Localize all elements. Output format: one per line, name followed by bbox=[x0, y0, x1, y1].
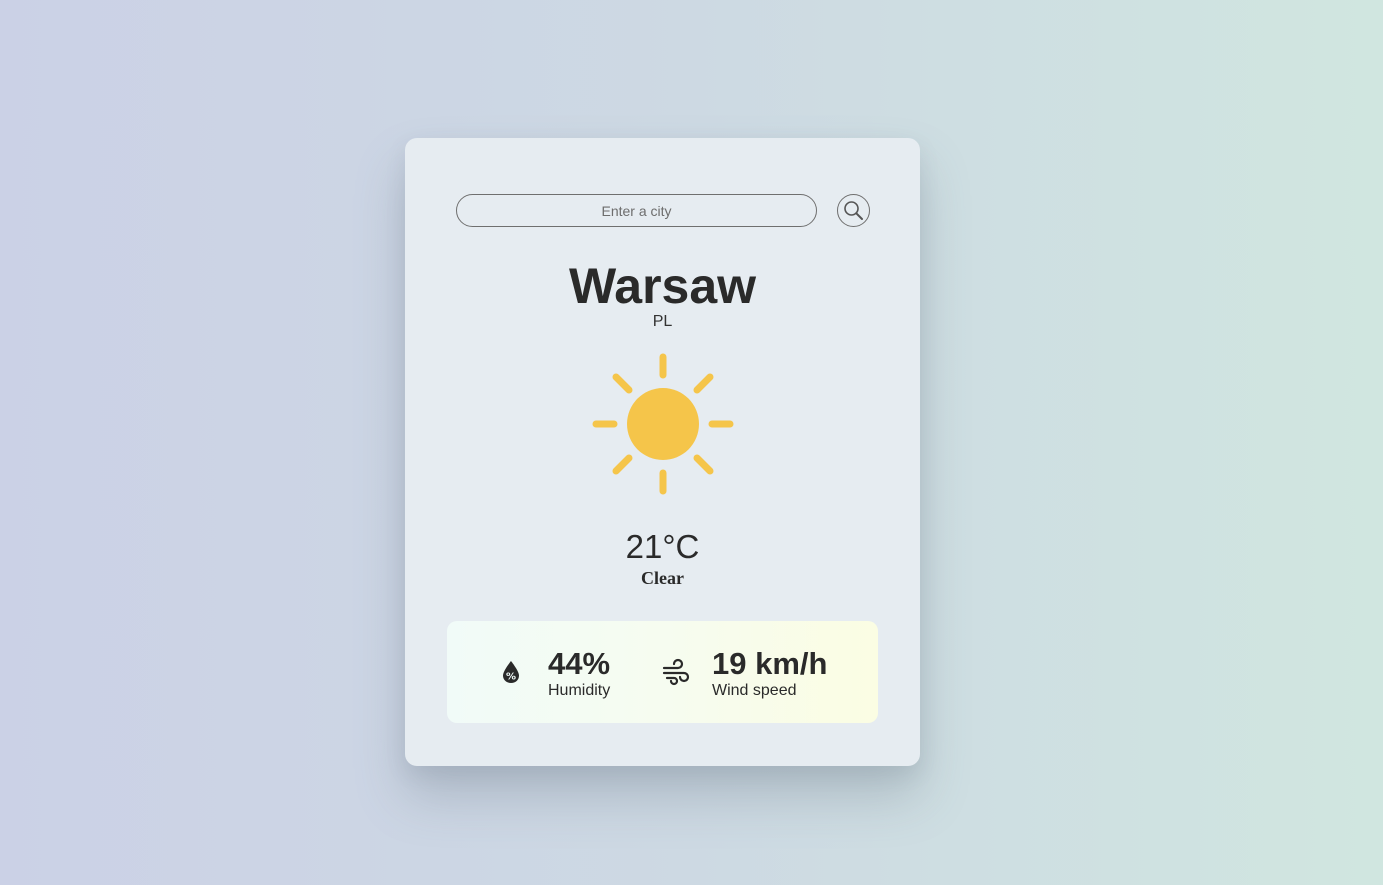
weather-card: Warsaw PL 21°C Clear % 44% Humidity bbox=[405, 138, 920, 766]
search-icon bbox=[844, 201, 863, 220]
city-search-input[interactable] bbox=[456, 194, 817, 227]
wind-value: 19 km/h bbox=[712, 646, 828, 681]
city-name: Warsaw bbox=[568, 258, 757, 314]
humidity-label: Humidity bbox=[548, 682, 611, 699]
search-bar bbox=[456, 194, 870, 227]
weather-stats-panel: % 44% Humidity 19 km/h Wind speed bbox=[447, 621, 878, 723]
weather-description: Clear bbox=[641, 568, 684, 588]
country-code: PL bbox=[652, 313, 673, 330]
wind-label: Wind speed bbox=[712, 682, 797, 699]
sun-icon bbox=[592, 353, 734, 495]
svg-text:%: % bbox=[506, 672, 516, 683]
humidity-value: 44% bbox=[548, 646, 611, 681]
wind-icon bbox=[662, 658, 690, 686]
humidity-drop-icon: % bbox=[503, 661, 519, 683]
temperature: 21°C bbox=[625, 528, 700, 565]
search-button[interactable] bbox=[837, 194, 870, 227]
